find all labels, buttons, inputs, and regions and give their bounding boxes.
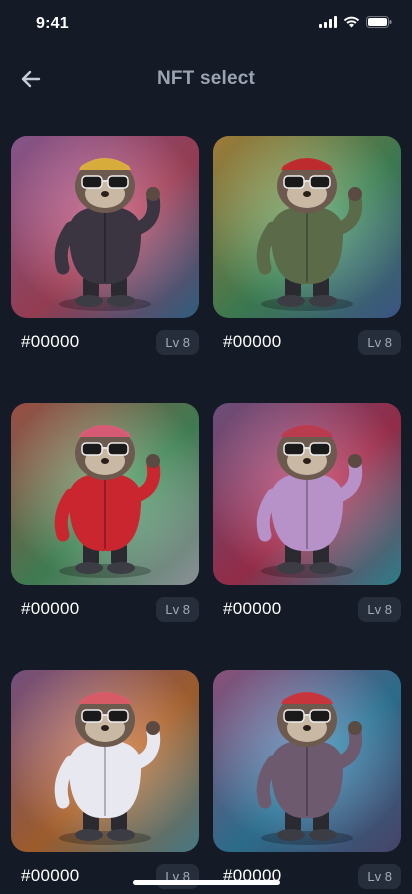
nft-image [11, 670, 199, 852]
level-badge: Lv 8 [156, 596, 199, 622]
level-badge: Lv 8 [358, 329, 401, 355]
status-time: 9:41 [36, 15, 69, 32]
nft-meta: #00000 Lv 8 [213, 862, 401, 890]
header: NFT select [0, 56, 412, 102]
level-badge: Lv 8 [358, 863, 401, 889]
nft-card[interactable]: #00000 Lv 8 [213, 136, 401, 356]
level-badge: Lv 8 [358, 596, 401, 622]
nft-token-id: #00000 [21, 866, 80, 885]
page-title: NFT select [156, 68, 256, 89]
nft-image [213, 670, 401, 852]
nft-meta: #00000 Lv 8 [213, 595, 401, 623]
nft-card[interactable]: #00000 Lv 8 [11, 136, 199, 356]
nft-card[interactable]: #00000 Lv 8 [213, 403, 401, 623]
nft-card[interactable]: #00000 Lv 8 [213, 670, 401, 890]
nft-token-id: #00000 [21, 332, 80, 351]
home-indicator [133, 880, 280, 885]
battery-icon [366, 16, 392, 28]
nft-token-id: #00000 [223, 599, 282, 618]
nft-image [11, 136, 199, 318]
nft-meta: #00000 Lv 8 [11, 862, 199, 890]
status-icons [319, 16, 392, 28]
nft-token-id: #00000 [223, 332, 282, 351]
level-badge: Lv 8 [156, 329, 199, 355]
nft-grid: #00000 Lv 8 #00000 Lv 8 #00000 Lv 8 #000… [11, 136, 401, 890]
nft-card[interactable]: #00000 Lv 8 [11, 403, 199, 623]
nft-meta: #00000 Lv 8 [11, 328, 199, 356]
nft-image [213, 403, 401, 585]
wifi-icon [343, 16, 360, 28]
nft-token-id: #00000 [21, 599, 80, 618]
status-bar: 9:41 [0, 0, 412, 48]
nft-card[interactable]: #00000 Lv 8 [11, 670, 199, 890]
nft-image [213, 136, 401, 318]
nft-meta: #00000 Lv 8 [11, 595, 199, 623]
nft-meta: #00000 Lv 8 [213, 328, 401, 356]
nft-image [11, 403, 199, 585]
signal-icon [319, 16, 337, 28]
